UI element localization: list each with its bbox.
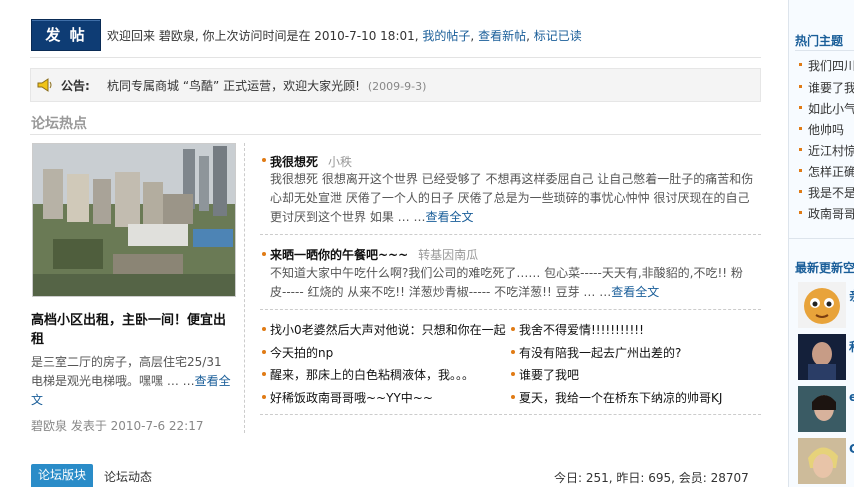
bullet-icon — [799, 85, 802, 88]
article-read-more[interactable]: 查看全文 — [611, 285, 659, 299]
topic-link[interactable]: 今天拍的np — [270, 344, 508, 361]
bullet-icon — [262, 252, 266, 256]
divider — [260, 309, 761, 310]
vertical-divider — [244, 143, 245, 433]
announcement-date: (2009-9-3) — [367, 80, 427, 93]
avatar[interactable] — [798, 438, 846, 484]
new-posts-link[interactable]: 查看新帖 — [478, 29, 526, 43]
bullet-icon — [799, 106, 802, 109]
featured-desc-block: 是三室二厅的房子，高层住宅25/31 电梯是观光电梯哦。嘿嘿 … …查看全文 — [31, 353, 236, 410]
avatar-name[interactable]: 亲 — [849, 287, 854, 304]
avatar-name[interactable]: 和 — [849, 338, 854, 355]
bullet-icon — [262, 158, 266, 162]
bullet-icon — [262, 327, 266, 331]
article-title-row[interactable]: 来晒一晒你的午餐吧~~~ 转基因南瓜 — [270, 246, 478, 263]
avatar-name[interactable]: C — [849, 442, 854, 456]
sidebar-new-title: 最新更新空 — [795, 261, 854, 275]
mark-read-link[interactable]: 标记已读 — [534, 29, 582, 43]
topic-link[interactable]: 夏天，我给一个在桥东下纳凉的帅哥KJ — [519, 389, 759, 406]
announcement-label: 公告: — [61, 79, 90, 93]
featured-meta: 碧欧泉 发表于 2010-7-6 22:17 — [31, 419, 204, 433]
avatar[interactable] — [798, 282, 846, 328]
divider — [260, 234, 761, 235]
topic-link[interactable]: 有没有陪我一起去广州出差的? — [519, 344, 759, 361]
topic-link[interactable]: 醒来，那床上的白色粘稠液体，我。。。 — [270, 366, 508, 383]
article-body: 我很想死 很想离开这个世界 已经受够了 不想再这样委屈自己 让自己憋着一肚子的痛… — [270, 170, 758, 227]
avatar[interactable] — [798, 386, 846, 432]
article-title-row[interactable]: 我很想死 小秩 — [270, 153, 352, 170]
featured-image[interactable] — [32, 143, 236, 297]
sidebar-hot-item[interactable]: 我是不是 — [808, 184, 854, 201]
sidebar-hot-item[interactable]: 怎样正确 — [808, 163, 854, 180]
topic-link[interactable]: 谁要了我吧 — [519, 366, 759, 383]
sidebar-hot-item[interactable]: 政南哥哥 — [808, 205, 854, 222]
article-text: 不知道大家中午吃什么啊?我们公司的难吃死了…… 包心菜-----天天有,非酸貂的… — [270, 266, 743, 299]
featured-title[interactable]: 高档小区出租，主卧一间！便宜出租 — [31, 311, 236, 349]
bullet-icon — [262, 350, 266, 354]
sidebar-hot-item[interactable]: 他帅吗 — [808, 121, 854, 138]
article-body: 不知道大家中午吃什么啊?我们公司的难吃死了…… 包心菜-----天天有,非酸貂的… — [270, 264, 758, 302]
bullet-icon — [799, 127, 802, 130]
avatar[interactable] — [798, 334, 846, 380]
topic-link[interactable]: 我舍不得爱情!!!!!!!!!!! — [519, 321, 759, 338]
divider — [260, 414, 761, 415]
article-title[interactable]: 我很想死 — [270, 155, 318, 169]
divider — [788, 238, 854, 239]
welcome-bar: 欢迎回来 碧欧泉, 你上次访问时间是在 2010-7-10 18:01, 我的帖… — [107, 29, 582, 43]
my-posts-link[interactable]: 我的帖子 — [422, 29, 470, 43]
bullet-icon — [511, 395, 515, 399]
sidebar-hot-item[interactable]: 我们四川 — [808, 57, 854, 74]
section-title-hot: 论坛热点 — [31, 116, 87, 132]
article-read-more[interactable]: 查看全文 — [425, 210, 473, 224]
bullet-icon — [262, 372, 266, 376]
bullet-icon — [262, 395, 266, 399]
topic-link[interactable]: 好稀饭政南哥哥哦~~YY中~~ — [270, 389, 508, 406]
sidebar-hot-item[interactable]: 如此小气 — [808, 100, 854, 117]
announcement-text[interactable]: 杭同专属商城 “鸟酷” 正式运营，欢迎大家光顾! — [107, 79, 360, 93]
sidebar-hot-item[interactable]: 近江村惊 — [808, 142, 854, 159]
tab-forum-sections[interactable]: 论坛版块 — [31, 464, 93, 487]
sidebar-hot-title: 热门主题 — [795, 34, 844, 48]
bullet-icon — [511, 372, 515, 376]
announcement-text-row[interactable]: 杭同专属商城 “鸟酷” 正式运营，欢迎大家光顾! (2009-9-3) — [107, 77, 426, 94]
bullet-icon — [511, 350, 515, 354]
divider — [795, 50, 854, 51]
bullet-icon — [799, 148, 802, 151]
welcome-text: 欢迎回来 碧欧泉, 你上次访问时间是在 2010-7-10 18:01, — [107, 29, 419, 43]
megaphone-icon — [37, 78, 52, 92]
bullet-icon — [799, 190, 802, 193]
article-title[interactable]: 来晒一晒你的午餐吧~~~ — [270, 248, 408, 262]
divider — [30, 134, 761, 135]
sidebar-hot-item[interactable]: 谁要了我 — [808, 79, 854, 96]
post-button[interactable]: 发 帖 — [31, 19, 101, 51]
article-author[interactable]: 小秩 — [328, 155, 352, 169]
article-author[interactable]: 转基因南瓜 — [418, 248, 478, 262]
tab-forum-news[interactable]: 论坛动态 — [104, 468, 152, 485]
featured-desc: 是三室二厅的房子，高层住宅25/31 电梯是观光电梯哦。嘿嘿 … … — [31, 355, 222, 388]
bullet-icon — [799, 211, 802, 214]
bullet-icon — [799, 169, 802, 172]
bullet-icon — [799, 63, 802, 66]
topic-link[interactable]: 找小0老婆然后大声对他说：只想和你在一起 — [270, 321, 508, 338]
bullet-icon — [511, 327, 515, 331]
avatar-name[interactable]: e — [849, 390, 854, 404]
divider — [30, 57, 761, 58]
forum-stats: 今日: 251, 昨日: 695, 会员: 28707 — [554, 471, 749, 485]
article-text: 我很想死 很想离开这个世界 已经受够了 不想再这样委屈自己 让自己憋着一肚子的痛… — [270, 172, 754, 224]
